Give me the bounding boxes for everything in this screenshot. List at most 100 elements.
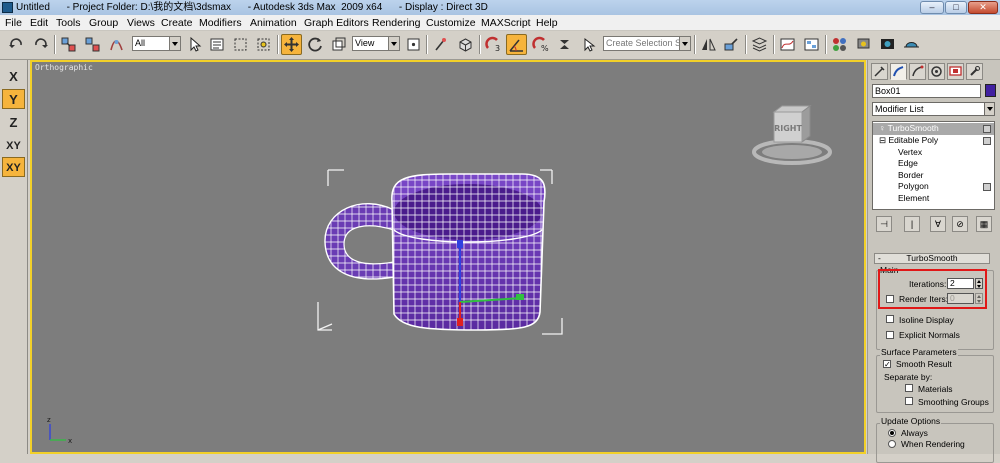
edit-named-selection-icon[interactable] (578, 34, 599, 55)
menu-maxscript[interactable]: MAXScript (481, 17, 531, 29)
material-editor-icon[interactable] (829, 34, 850, 55)
orthographic-viewport[interactable]: Orthographic RIGHT z x (30, 60, 866, 454)
turbosmooth-rollout-header[interactable]: - TurboSmooth (874, 253, 990, 264)
selection-filter-dropdown[interactable]: All (132, 36, 181, 51)
hierarchy-tab-icon[interactable] (909, 63, 926, 80)
object-name-field[interactable]: Box01 (872, 84, 981, 98)
modify-tab-icon[interactable] (890, 63, 907, 80)
pin-stack-icon[interactable]: ⊣ (876, 216, 892, 232)
menu-edit[interactable]: Edit (30, 17, 48, 29)
select-and-scale-icon[interactable] (328, 34, 349, 55)
isoline-display-label: Isoline Display (899, 315, 954, 325)
named-selection-sets-dropdown[interactable]: Create Selection Set (603, 36, 691, 51)
stack-item-turbosmooth[interactable]: ♀ TurboSmooth (873, 123, 994, 135)
constrain-y-button[interactable]: Y (2, 89, 25, 109)
maximize-button[interactable]: □ (945, 1, 967, 14)
menu-modifiers[interactable]: Modifiers (199, 17, 242, 29)
stack-subobject-element[interactable]: Element (873, 193, 994, 205)
schematic-view-icon[interactable] (801, 34, 822, 55)
layer-manager-icon[interactable] (749, 34, 770, 55)
expand-minus-icon[interactable]: ⊟ (879, 135, 886, 145)
stack-item-editable-poly[interactable]: ⊟ Editable Poly (873, 135, 994, 147)
align-icon[interactable] (721, 34, 742, 55)
menu-animation[interactable]: Animation (250, 17, 297, 29)
constrain-x-button[interactable]: X (2, 66, 25, 86)
axis-constraints-toolbar: X Y Z XY XY (0, 60, 28, 454)
when-rendering-radio[interactable] (888, 440, 896, 448)
undo-icon[interactable] (6, 34, 27, 55)
motion-tab-icon[interactable] (928, 63, 945, 80)
percent-snap-icon[interactable]: % (530, 34, 551, 55)
smoothing-groups-label: Smoothing Groups (918, 397, 989, 407)
constrain-xy-plane-button[interactable]: XY (2, 157, 25, 177)
smooth-result-label: Smooth Result (896, 359, 952, 369)
minimize-button[interactable]: – (920, 1, 944, 14)
window-title: Untitled - Project Folder: D:\我的文档\3dsma… (16, 2, 488, 13)
object-color-swatch[interactable] (985, 84, 996, 97)
mirror-icon[interactable] (698, 34, 719, 55)
reference-coordinate-dropdown[interactable]: View (352, 36, 400, 51)
menu-create[interactable]: Create (161, 17, 193, 29)
select-by-name-icon[interactable] (207, 34, 228, 55)
unlink-selection-icon[interactable] (82, 34, 103, 55)
menu-tools[interactable]: Tools (56, 17, 81, 29)
constrain-z-button[interactable]: Z (2, 112, 25, 132)
select-and-rotate-icon[interactable] (305, 34, 326, 55)
menu-group[interactable]: Group (89, 17, 118, 29)
cup-wireframe-model[interactable]: RIGHT z x (32, 62, 866, 454)
rectangular-selection-icon[interactable] (230, 34, 251, 55)
make-unique-icon[interactable]: ∀ (930, 216, 946, 232)
smoothing-groups-checkbox[interactable] (905, 397, 913, 405)
menu-rendering[interactable]: Rendering (372, 17, 420, 29)
always-radio[interactable] (888, 429, 896, 437)
window-crossing-icon[interactable] (253, 34, 274, 55)
separate-by-label: Separate by: (884, 372, 933, 382)
select-and-move-icon[interactable] (281, 34, 302, 55)
show-end-result-icon[interactable]: | (904, 216, 920, 232)
app-icon[interactable] (2, 2, 13, 13)
explicit-normals-checkbox[interactable] (886, 331, 894, 339)
remove-modifier-icon[interactable]: ⊘ (952, 216, 968, 232)
stack-subobject-border[interactable]: Border (873, 170, 994, 182)
menu-customize[interactable]: Customize (426, 17, 476, 29)
configure-modifier-sets-icon[interactable]: ▦ (976, 216, 992, 232)
when-rendering-label: When Rendering (901, 439, 965, 449)
command-panel: Box01 Modifier List ♀ TurboSmooth ⊟ Edit… (867, 60, 1000, 463)
select-object-icon[interactable] (184, 34, 205, 55)
utilities-tab-icon[interactable] (966, 63, 983, 80)
materials-checkbox[interactable] (905, 384, 913, 392)
select-and-manipulate-icon[interactable] (430, 34, 451, 55)
curve-editor-icon[interactable] (777, 34, 798, 55)
redo-icon[interactable] (30, 34, 51, 55)
smooth-result-checkbox[interactable]: ✓ (883, 360, 891, 369)
stack-subobject-polygon[interactable]: Polygon (873, 181, 994, 193)
pivot-center-icon[interactable] (403, 34, 424, 55)
modifier-stack[interactable]: ♀ TurboSmooth ⊟ Editable Poly Vertex Edg… (872, 121, 995, 210)
rendered-frame-window-icon[interactable] (877, 34, 898, 55)
constrain-xy-button[interactable]: XY (2, 135, 25, 155)
bind-space-warp-icon[interactable] (106, 34, 127, 55)
keyboard-shortcut-override-icon[interactable] (455, 34, 476, 55)
display-tab-icon[interactable] (947, 63, 964, 80)
snaps-toggle-icon[interactable]: 3 (483, 34, 504, 55)
close-button[interactable]: ✕ (968, 1, 998, 14)
select-and-link-icon[interactable] (58, 34, 79, 55)
render-production-icon[interactable] (901, 34, 922, 55)
svg-text:%: % (541, 44, 549, 53)
menu-views[interactable]: Views (127, 17, 155, 29)
lightbulb-icon[interactable]: ♀ (879, 123, 885, 133)
modifier-list-dropdown[interactable]: Modifier List (872, 102, 995, 116)
render-setup-icon[interactable] (853, 34, 874, 55)
menu-file[interactable]: File (5, 17, 22, 29)
stack-subobject-vertex[interactable]: Vertex (873, 147, 994, 159)
stack-buttons: ⊣ | ∀ ⊘ ▦ (872, 216, 995, 234)
svg-text:z: z (47, 416, 51, 424)
spinner-snap-icon[interactable] (554, 34, 575, 55)
angle-snap-icon[interactable] (506, 34, 527, 55)
stack-subobject-edge[interactable]: Edge (873, 158, 994, 170)
menu-graph-editors[interactable]: Graph Editors (304, 17, 369, 29)
create-tab-icon[interactable] (871, 63, 888, 80)
menu-help[interactable]: Help (536, 17, 558, 29)
axis-tripod-icon: z x (47, 416, 72, 445)
isoline-display-checkbox[interactable] (886, 315, 894, 323)
